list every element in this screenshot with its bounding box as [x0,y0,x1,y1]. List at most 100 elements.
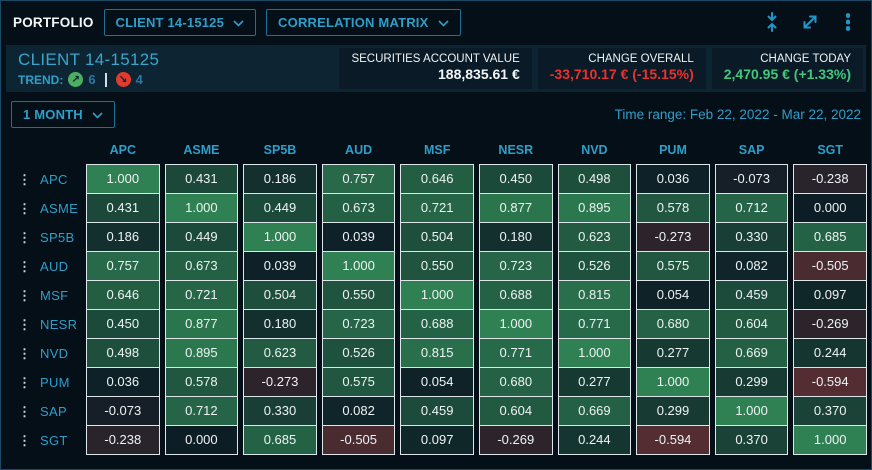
matrix-cell-msf-nesr: 0.688 [479,280,553,310]
row-ticker-label: SGT [40,433,68,448]
matrix-cell-sgt-pum: -0.594 [636,425,710,455]
expand-diagonal-icon[interactable] [799,11,821,33]
matrix-cell-pum-sgt: -0.594 [793,367,867,397]
row-kebab-menu-icon[interactable]: ⋮ [18,202,31,215]
row-kebab-menu-icon[interactable]: ⋮ [18,376,31,389]
matrix-cell-asme-nvd: 0.895 [558,193,632,223]
client-header-band: CLIENT 14-15125 TREND: ↗ 6 ↘ 4 SECURITIE… [6,45,866,92]
matrix-cell-nesr-msf: 0.688 [400,309,474,339]
matrix-cell-nesr-aud: 0.723 [322,309,396,339]
row-header-asme: ⋮ ASME [5,193,81,223]
matrix-cell-aud-sap: 0.082 [715,251,789,281]
matrix-cell-nvd-nesr: 0.771 [479,338,553,368]
trend-label: TREND: [18,73,63,87]
kebab-menu-icon[interactable] [837,11,859,33]
matrix-cell-apc-sgt: -0.238 [793,164,867,194]
row-kebab-menu-icon[interactable]: ⋮ [18,347,31,360]
matrix-cell-msf-msf: 1.000 [400,280,474,310]
time-range-label: Time range: Feb 22, 2022 - Mar 22, 2022 [615,107,861,122]
app-title: PORTFOLIO [13,15,94,30]
row-kebab-menu-icon[interactable]: ⋮ [18,231,31,244]
correlation-matrix: APCASMESP5BAUDMSFNESRNVDPUMSAPSGT ⋮ APC 1.0… [5,139,867,455]
row-kebab-menu-icon[interactable]: ⋮ [18,173,31,186]
matrix-cell-asme-apc: 0.431 [86,193,160,223]
top-bar: PORTFOLIO CLIENT 14-15125 CORRELATION MA… [1,1,871,43]
panel-label: CHANGE OVERALL [550,53,694,65]
matrix-cell-apc-nvd: 0.498 [558,164,632,194]
matrix-cell-asme-msf: 0.721 [400,193,474,223]
matrix-cell-apc-asme: 0.431 [165,164,239,194]
row-kebab-menu-icon[interactable]: ⋮ [18,260,31,273]
matrix-cell-sap-nesr: 0.604 [479,396,553,426]
matrix-row-nesr: ⋮NESR0.4500.8770.1800.7230.6881.0000.771… [5,309,867,339]
trend-up-count: 6 [88,72,95,87]
matrix-cell-msf-pum: 0.054 [636,280,710,310]
matrix-cell-apc-nesr: 0.450 [479,164,553,194]
matrix-cell-sp5b-nvd: 0.623 [558,222,632,252]
matrix-row-aud: ⋮AUD0.7570.6730.0391.0000.5500.7230.5260… [5,251,867,281]
matrix-cell-nesr-sgt: -0.269 [793,309,867,339]
matrix-cell-sap-msf: 0.459 [400,396,474,426]
matrix-cell-sgt-asme: 0.000 [165,425,239,455]
matrix-cell-pum-asme: 0.578 [165,367,239,397]
matrix-cell-sgt-msf: 0.097 [400,425,474,455]
matrix-corner-spacer [5,139,81,164]
row-ticker-label: AUD [40,259,68,274]
matrix-cell-nesr-nvd: 0.771 [558,309,632,339]
matrix-row-apc: ⋮APC1.0000.4310.1860.7570.6460.4500.4980… [5,164,867,194]
matrix-cell-msf-sp5b: 0.504 [243,280,317,310]
column-header-sap: SAP [715,139,789,164]
column-header-nvd: NVD [558,139,632,164]
matrix-cell-apc-sp5b: 0.186 [243,164,317,194]
matrix-cell-pum-apc: 0.036 [86,367,160,397]
matrix-cell-msf-asme: 0.721 [165,280,239,310]
matrix-cell-pum-sp5b: -0.273 [243,367,317,397]
row-header-apc: ⋮ APC [5,164,81,194]
matrix-cell-asme-sgt: 0.000 [793,193,867,223]
column-header-nesr: NESR [479,139,553,164]
row-header-sap: ⋮ SAP [5,396,81,426]
matrix-cell-sp5b-sgt: 0.685 [793,222,867,252]
matrix-cell-sap-nvd: 0.669 [558,396,632,426]
matrix-cell-sgt-sp5b: 0.685 [243,425,317,455]
row-kebab-menu-icon[interactable]: ⋮ [18,434,31,447]
row-ticker-label: SAP [40,404,67,419]
row-ticker-label: ASME [40,201,78,216]
matrix-cell-asme-asme: 1.000 [165,193,239,223]
matrix-cell-msf-nvd: 0.815 [558,280,632,310]
row-ticker-label: APC [40,172,68,187]
matrix-cell-sgt-apc: -0.238 [86,425,160,455]
row-header-pum: ⋮ PUM [5,367,81,397]
row-ticker-label: PUM [40,375,70,390]
client-name: CLIENT 14-15125 [18,50,159,70]
row-header-nvd: ⋮NVD [5,338,81,368]
matrix-cell-nesr-sp5b: 0.180 [243,309,317,339]
matrix-cell-sap-pum: 0.299 [636,396,710,426]
matrix-cell-aud-sp5b: 0.039 [243,251,317,281]
matrix-header-row: APCASMESP5BAUDMSFNESRNVDPUMSAPSGT [5,139,867,164]
column-header-sgt: SGT [793,139,867,164]
matrix-cell-sap-aud: 0.082 [322,396,396,426]
matrix-cell-nesr-apc: 0.450 [86,309,160,339]
matrix-cell-nvd-sp5b: 0.623 [243,338,317,368]
chevron-down-icon [233,15,244,30]
column-header-aud: AUD [322,139,396,164]
collapse-vertical-icon[interactable] [761,11,783,33]
matrix-cell-apc-aud: 0.757 [322,164,396,194]
period-select-dropdown[interactable]: 1 MONTH [11,101,115,128]
chevron-down-icon [92,107,103,122]
row-kebab-menu-icon[interactable]: ⋮ [18,318,31,331]
view-select-dropdown[interactable]: CORRELATION MATRIX [266,9,460,36]
securities-account-value: 188,835.61 € [351,66,519,82]
matrix-cell-apc-apc: 1.000 [86,164,160,194]
row-kebab-menu-icon[interactable]: ⋮ [18,289,31,302]
matrix-cell-sp5b-asme: 0.449 [165,222,239,252]
matrix-cell-apc-sap: -0.073 [715,164,789,194]
trend-line: TREND: ↗ 6 ↘ 4 [18,72,159,87]
row-ticker-label: MSF [40,288,68,303]
client-select-dropdown[interactable]: CLIENT 14-15125 [104,9,257,36]
matrix-cell-nesr-asme: 0.877 [165,309,239,339]
matrix-cell-aud-sgt: -0.505 [793,251,867,281]
matrix-cell-msf-aud: 0.550 [322,280,396,310]
row-kebab-menu-icon[interactable]: ⋮ [18,405,31,418]
